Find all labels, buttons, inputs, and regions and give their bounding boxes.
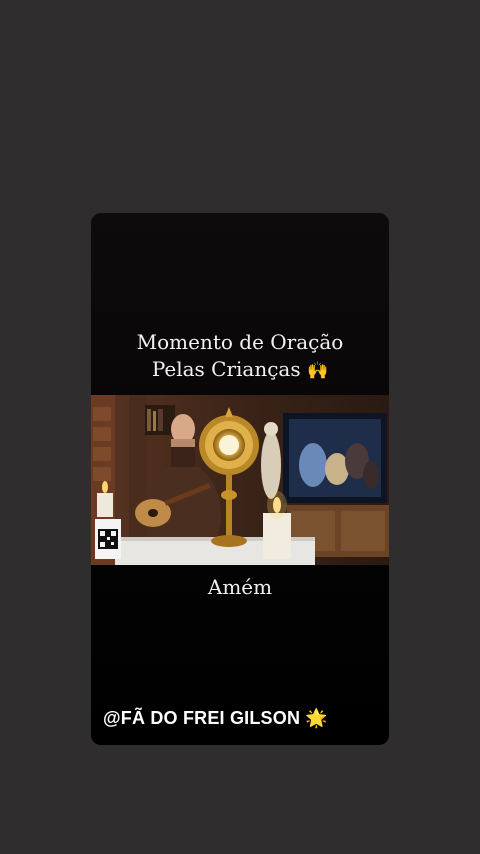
video-frame[interactable] [91,395,389,565]
caption-line-2: Pelas Crianças 🙌 [151,357,329,381]
handle-text: @FÃ DO FREI GILSON [103,708,301,728]
story-card[interactable]: Momento de Oração Pelas Crianças 🙌 Amém … [91,213,389,745]
adoration-scene-image [91,395,389,565]
account-handle[interactable]: @FÃ DO FREI GILSON 🌟 [103,708,328,729]
subtitle-text: Amém [207,575,273,599]
caption-line-1: Momento de Oração [136,330,344,354]
glowing-star-icon: 🌟 [305,708,328,728]
raising-hands-icon: 🙌 [306,361,329,381]
